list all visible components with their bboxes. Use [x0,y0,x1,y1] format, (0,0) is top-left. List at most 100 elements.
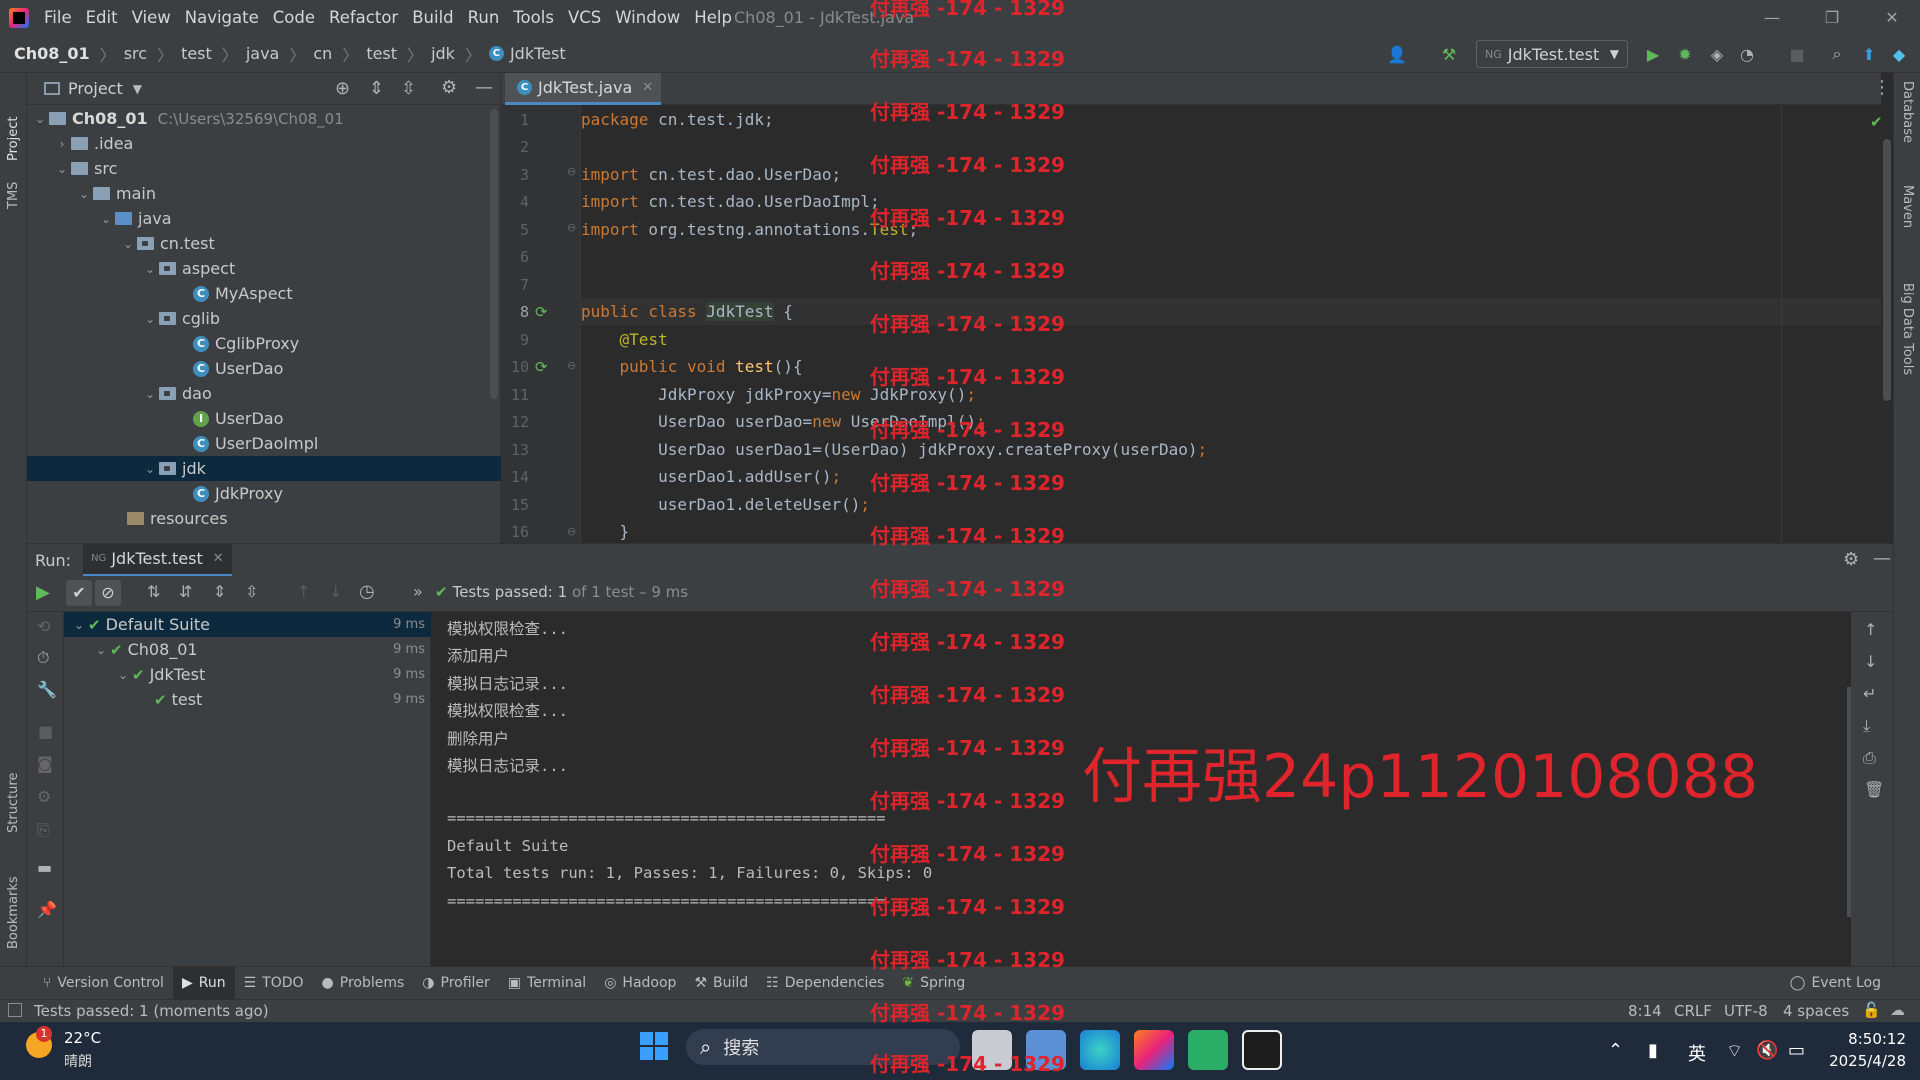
build-hammer-icon[interactable]: ⚒ [1438,44,1460,64]
file-explorer-icon[interactable] [1026,1030,1066,1070]
menu-file[interactable]: File [37,0,79,35]
scroll-to-end-icon[interactable]: ⤓ [1863,716,1870,736]
maven-tool-tab[interactable]: Maven [1900,185,1915,255]
menu-tools[interactable]: Tools [506,0,561,35]
indent-setting[interactable]: 4 spaces [1783,1002,1849,1020]
crumb-test-pkg[interactable]: test [366,44,399,63]
cursor-position[interactable]: 8:14 [1628,1002,1662,1020]
tree-item-cglib-userdao[interactable]: C UserDao [27,356,501,381]
crumb-project[interactable]: Ch08_01 [14,44,92,63]
gear-icon[interactable]: ⚙ [37,787,51,806]
menu-edit[interactable]: Edit [79,0,125,35]
scrollbar[interactable] [490,109,498,399]
menu-run[interactable]: Run [461,0,507,35]
plugin-icon[interactable]: ◆ [1888,44,1910,64]
close-tab-icon[interactable]: ✕ [213,551,224,566]
stop-icon[interactable]: ■ [38,722,53,741]
status-message[interactable]: Tests passed: 1 (moments ago) [34,1002,269,1020]
search-icon[interactable]: ⌕ [1826,44,1848,64]
show-ignored-icon[interactable]: ⊘ [95,580,121,606]
tree-item-userdaoimpl[interactable]: C UserDaoImpl [27,431,501,456]
tree-item-idea[interactable]: › .idea [27,131,501,156]
tree-item-dao[interactable]: ⌄ dao [27,381,501,406]
tree-item-src[interactable]: ⌄ src [27,156,501,181]
scrollbar-thumb[interactable] [1883,139,1891,401]
rerun-failed-icon[interactable]: ⟲ [37,617,50,636]
tree-root[interactable]: ⌄ Ch08_01 C:\Users\32569\Ch08_01 [27,106,501,131]
weather-temperature[interactable]: 22°C [64,1029,101,1047]
tree-item-jdk[interactable]: ⌄ jdk [27,456,501,481]
windows-start-icon[interactable] [640,1032,668,1060]
previous-failed-icon[interactable]: ↑ [297,582,310,601]
history-icon[interactable]: ◷ [359,581,375,602]
project-tool-tab[interactable]: Project [6,81,21,161]
intellij-taskbar-icon[interactable] [1134,1030,1174,1070]
file-encoding[interactable]: UTF-8 [1724,1002,1768,1020]
database-tool-tab[interactable]: Database [1900,81,1915,171]
todo-tab[interactable]: ☰ TODO [235,967,313,1000]
qq-icon[interactable] [1242,1030,1282,1070]
menu-refactor[interactable]: Refactor [322,0,405,35]
menu-code[interactable]: Code [266,0,322,35]
chevron-down-icon[interactable]: ▼ [133,82,142,96]
tray-chevron-up-icon[interactable]: ⌃ [1608,1040,1623,1061]
wrench-icon[interactable]: 🔧 [37,680,57,699]
run-gutter-icon[interactable]: ⟳ [535,358,548,376]
tree-item-main[interactable]: ⌄ main [27,181,501,206]
close-tab-icon[interactable]: ✕ [642,80,653,95]
collapse-all-icon[interactable]: ⇳ [245,582,258,601]
rerun-icon[interactable]: ▶ [36,582,50,603]
editor-scrollbar[interactable] [1881,105,1893,543]
run-config-select[interactable]: NG JdkTest.test ▼ [1476,40,1628,68]
coverage-icon[interactable]: ◈ [1706,44,1728,64]
export-icon[interactable]: ⎘ [37,820,50,840]
show-passed-icon[interactable]: ✔ [66,580,92,606]
menu-help[interactable]: Help [687,0,739,35]
bookmark-tray-icon[interactable]: ▮ [1648,1040,1658,1061]
pin-icon[interactable]: 📌 [37,900,57,919]
test-node-suite[interactable]: ⌄ ✔ Default Suite 9 ms [64,612,431,637]
event-log-tab[interactable]: ◯ Event Log [1781,967,1890,1000]
structure-tool-tab[interactable]: Structure [6,753,21,833]
inspection-ok-icon[interactable]: ✔ [1870,113,1881,131]
version-control-tab[interactable]: ⑂ Version Control [34,967,173,1000]
hadoop-tab[interactable]: ◎ Hadoop [595,967,685,1000]
layout-icon[interactable]: ▬ [37,858,52,877]
tab-jdktest-java[interactable]: C JdkTest.java ✕ [505,73,662,105]
crumb-jdktest[interactable]: JdkTest [510,44,568,63]
trash-icon[interactable]: 🗑 [1864,780,1884,799]
soft-wrap-icon[interactable]: ↵ [1863,684,1876,703]
tree-item-myaspect[interactable]: C MyAspect [27,281,501,306]
tree-item-dao-userdao[interactable]: I UserDao [27,406,501,431]
wifi-icon[interactable]: ⌔ [1726,1040,1743,1063]
test-node-method[interactable]: ✔ test 9 ms [64,687,431,712]
clock-time[interactable]: 8:50:12 [1830,1030,1906,1048]
tree-item-cn-test[interactable]: ⌄ cn.test [27,231,501,256]
spring-tab[interactable]: ❦ Spring [893,967,974,1000]
dependencies-tab[interactable]: ☷ Dependencies [757,967,893,1000]
crumb-java[interactable]: java [246,44,282,63]
profile-icon[interactable]: ◔ [1736,44,1758,64]
expand-all-icon[interactable]: ⇕ [213,582,226,601]
more-icon[interactable]: » [413,582,423,601]
ime-indicator[interactable]: 英 [1688,1040,1706,1066]
menu-window[interactable]: Window [608,0,687,35]
minimize-icon[interactable]: — [1746,0,1798,35]
more-options-icon[interactable]: ⋮ [1873,77,1891,98]
memory-icon[interactable]: ☁ [1890,1001,1905,1019]
crumb-src[interactable]: src [124,44,149,63]
tree-item-jdkproxy[interactable]: C JdkProxy [27,481,501,506]
task-view-icon[interactable] [972,1030,1012,1070]
tms-tool-tab[interactable]: TMS [6,169,21,209]
test-node-module[interactable]: ⌄ ✔ Ch08_01 9 ms [64,637,431,662]
panel-toggle-icon[interactable] [8,1003,22,1017]
scroll-down-icon[interactable]: ↓ [1864,652,1877,671]
line-separator[interactable]: CRLF [1674,1002,1712,1020]
tree-item-cglib[interactable]: ⌄ cglib [27,306,501,331]
update-icon[interactable]: ⬆ [1858,44,1880,64]
terminal-tab[interactable]: ▣ Terminal [499,967,595,1000]
menu-navigate[interactable]: Navigate [178,0,266,35]
weather-condition[interactable]: 晴朗 [64,1051,92,1071]
close-icon[interactable]: ✕ [1866,0,1918,35]
taskbar-search[interactable]: ⌕ 搜索 [686,1029,960,1065]
